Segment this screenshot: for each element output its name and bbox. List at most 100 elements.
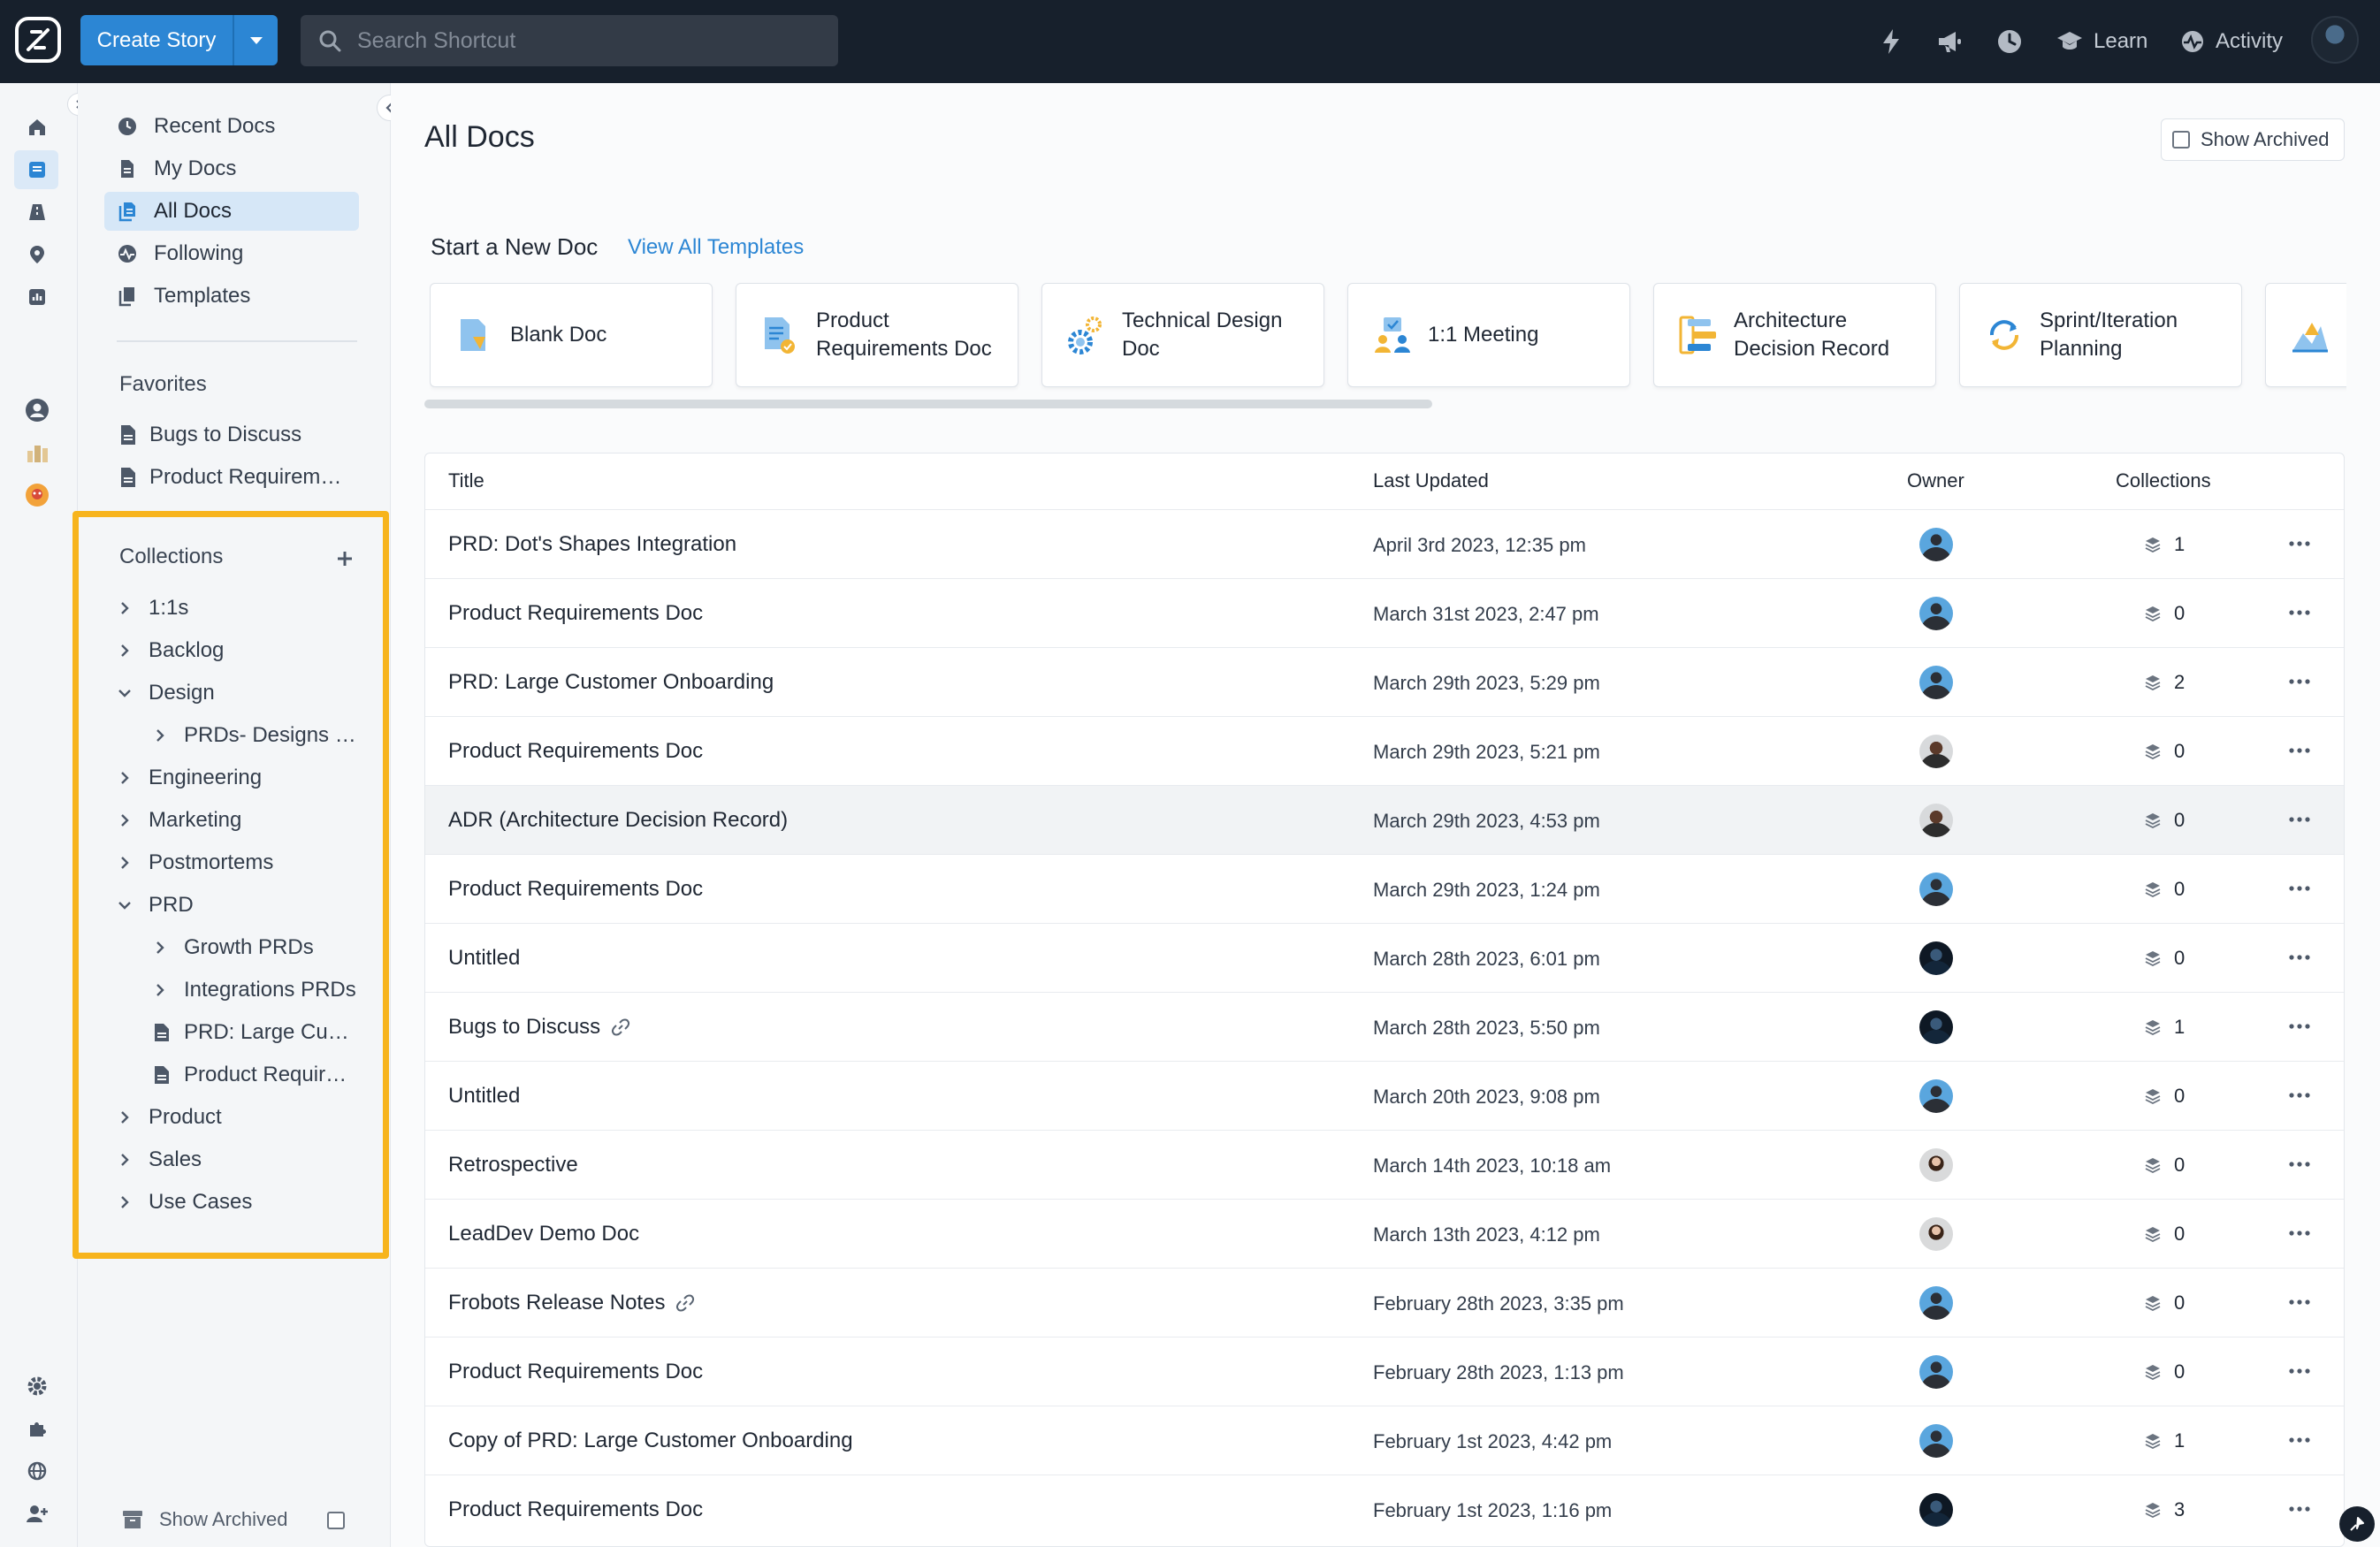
workspace-icon[interactable] <box>23 481 51 509</box>
more-options-icon[interactable] <box>2287 1154 2312 1175</box>
template-card-sprint-planning[interactable]: Sprint/Iteration Planning <box>1959 283 2242 387</box>
integrations-puzzle-icon[interactable] <box>23 1414 51 1443</box>
nav-all-docs[interactable]: All Docs <box>104 192 359 231</box>
collection-doc-item[interactable]: PRD: Large Customer Onboarding <box>154 1020 352 1045</box>
doc-title-cell[interactable]: Copy of PRD: Large Customer Onboarding <box>448 1429 853 1453</box>
nav-my-docs[interactable]: My Docs <box>104 149 359 188</box>
table-row[interactable]: Copy of PRD: Large Customer Onboarding Fe… <box>425 1406 2344 1475</box>
owner-avatar[interactable] <box>1919 804 1953 837</box>
template-card-adr[interactable]: Architecture Decision Record <box>1653 283 1936 387</box>
doc-title-cell[interactable]: Product Requirements Doc <box>448 1497 703 1522</box>
invite-user-icon[interactable] <box>23 1499 51 1528</box>
doc-title-cell[interactable]: Product Requirements Doc <box>448 739 703 764</box>
collection-item-integrations-prds[interactable]: Integrations PRDs <box>152 978 356 1002</box>
more-options-icon[interactable] <box>2287 1016 2312 1037</box>
collection-item-backlog[interactable]: Backlog <box>117 638 224 663</box>
clock-icon[interactable] <box>1995 27 2025 57</box>
table-row[interactable]: Product Requirements Doc February 1st 202… <box>425 1475 2344 1543</box>
doc-title-cell[interactable]: ADR (Architecture Decision Record) <box>448 808 788 833</box>
activity-button[interactable]: Activity <box>2180 27 2283 57</box>
table-row[interactable]: PRD: Dot's Shapes Integration April 3rd 2… <box>425 509 2344 578</box>
show-archived-checkbox[interactable] <box>327 1512 345 1529</box>
collection-item-marketing[interactable]: Marketing <box>117 808 241 833</box>
doc-title[interactable]: PRD: Dot's Shapes Integration <box>448 532 736 557</box>
shortcut-logo-icon[interactable] <box>14 16 62 64</box>
owner-avatar[interactable] <box>1919 666 1953 699</box>
collection-item-prd[interactable]: PRD <box>117 893 194 918</box>
owner-avatar[interactable] <box>1919 1493 1953 1527</box>
doc-title-cell[interactable]: Retrospective <box>448 1153 578 1177</box>
table-row[interactable]: Product Requirements Doc March 31st 2023,… <box>425 578 2344 647</box>
collection-item-postmortems[interactable]: Postmortems <box>117 850 273 875</box>
template-card-technical-design[interactable]: Technical Design Doc <box>1041 283 1324 387</box>
favorite-item[interactable]: Bugs to Discuss <box>119 423 358 447</box>
doc-title[interactable]: Frobots Release Notes <box>448 1291 665 1315</box>
doc-title[interactable]: Product Requirements Doc <box>448 1497 703 1522</box>
settings-gear-icon[interactable] <box>23 1372 51 1400</box>
template-card-blank-doc[interactable]: Blank Doc <box>430 283 713 387</box>
doc-title[interactable]: Product Requirements Doc <box>448 601 703 626</box>
owner-avatar[interactable] <box>1919 1424 1953 1458</box>
more-options-icon[interactable] <box>2287 740 2312 761</box>
owner-avatar[interactable] <box>1919 941 1953 975</box>
nav-templates[interactable]: Templates <box>104 277 359 316</box>
map-pin-icon[interactable] <box>23 240 51 269</box>
table-row[interactable]: Product Requirements Doc March 29th 2023,… <box>425 854 2344 923</box>
nav-recent-docs[interactable]: Recent Docs <box>104 107 359 146</box>
show-archived-toggle[interactable]: Show Archived <box>2161 118 2345 161</box>
create-story-button[interactable]: Create Story <box>80 15 278 65</box>
collection-item-prds-designs-needed[interactable]: PRDs- Designs needed <box>152 723 364 748</box>
collection-item-1-1s[interactable]: 1:1s <box>117 596 188 621</box>
owner-avatar[interactable] <box>1919 528 1953 561</box>
show-archived-checkbox[interactable] <box>2172 131 2190 149</box>
home-icon[interactable] <box>23 113 51 141</box>
owner-avatar[interactable] <box>1919 735 1953 768</box>
more-options-icon[interactable] <box>2287 1223 2312 1244</box>
doc-title[interactable]: Copy of PRD: Large Customer Onboarding <box>448 1429 853 1453</box>
doc-title[interactable]: Untitled <box>448 1084 520 1109</box>
column-header-owner[interactable]: Owner <box>1907 469 1964 492</box>
table-row[interactable]: Untitled March 28th 2023, 6:01 pm 0 <box>425 923 2344 992</box>
learn-button[interactable]: Learn <box>2056 27 2147 57</box>
template-card-prd[interactable]: Product Requirements Doc <box>736 283 1018 387</box>
table-row[interactable]: PRD: Large Customer Onboarding March 29th… <box>425 647 2344 716</box>
template-card-partial[interactable]: R <box>2265 283 2346 387</box>
table-row[interactable]: Untitled March 20th 2023, 9:08 pm 0 <box>425 1061 2344 1130</box>
more-options-icon[interactable] <box>2287 947 2312 968</box>
doc-title-cell[interactable]: PRD: Dot's Shapes Integration <box>448 532 736 557</box>
sidebar-show-archived[interactable]: Show Archived <box>122 1508 345 1531</box>
table-row[interactable]: Frobots Release Notes February 28th 2023,… <box>425 1268 2344 1337</box>
owner-avatar[interactable] <box>1919 1355 1953 1389</box>
column-header-title[interactable]: Title <box>448 469 484 492</box>
collection-item-product[interactable]: Product <box>117 1105 222 1130</box>
doc-title[interactable]: Product Requirements Doc <box>448 877 703 902</box>
template-card-one-on-one[interactable]: 1:1 Meeting <box>1347 283 1630 387</box>
view-all-templates-link[interactable]: View All Templates <box>628 235 804 260</box>
doc-title[interactable]: Untitled <box>448 946 520 971</box>
more-options-icon[interactable] <box>2287 1360 2312 1382</box>
doc-title-cell[interactable]: Frobots Release Notes <box>448 1291 695 1315</box>
doc-title-cell[interactable]: LeadDev Demo Doc <box>448 1222 639 1246</box>
more-options-icon[interactable] <box>2287 1085 2312 1106</box>
create-story-label[interactable]: Create Story <box>80 15 233 65</box>
more-options-icon[interactable] <box>2287 1292 2312 1313</box>
docs-icon[interactable] <box>23 156 51 184</box>
doc-title-cell[interactable]: Product Requirements Doc <box>448 601 703 626</box>
collection-item-growth-prds[interactable]: Growth PRDs <box>152 935 314 960</box>
create-story-dropdown-icon[interactable] <box>233 15 278 65</box>
more-options-icon[interactable] <box>2287 809 2312 830</box>
owner-avatar[interactable] <box>1919 597 1953 630</box>
doc-title-cell[interactable]: PRD: Large Customer Onboarding <box>448 670 774 695</box>
collection-item-sales[interactable]: Sales <box>117 1147 202 1172</box>
doc-title[interactable]: PRD: Large Customer Onboarding <box>448 670 774 695</box>
owner-avatar[interactable] <box>1919 1148 1953 1182</box>
user-avatar[interactable] <box>2311 16 2359 64</box>
megaphone-icon[interactable] <box>1934 27 1964 57</box>
doc-title-cell[interactable]: Bugs to Discuss <box>448 1015 630 1040</box>
more-options-icon[interactable] <box>2287 602 2312 623</box>
building-icon[interactable] <box>23 438 51 467</box>
table-row[interactable]: Product Requirements Doc March 29th 2023,… <box>425 716 2344 785</box>
doc-title-cell[interactable]: Untitled <box>448 946 520 971</box>
collection-item-use-cases[interactable]: Use Cases <box>117 1190 252 1215</box>
nav-following[interactable]: Following <box>104 234 359 273</box>
